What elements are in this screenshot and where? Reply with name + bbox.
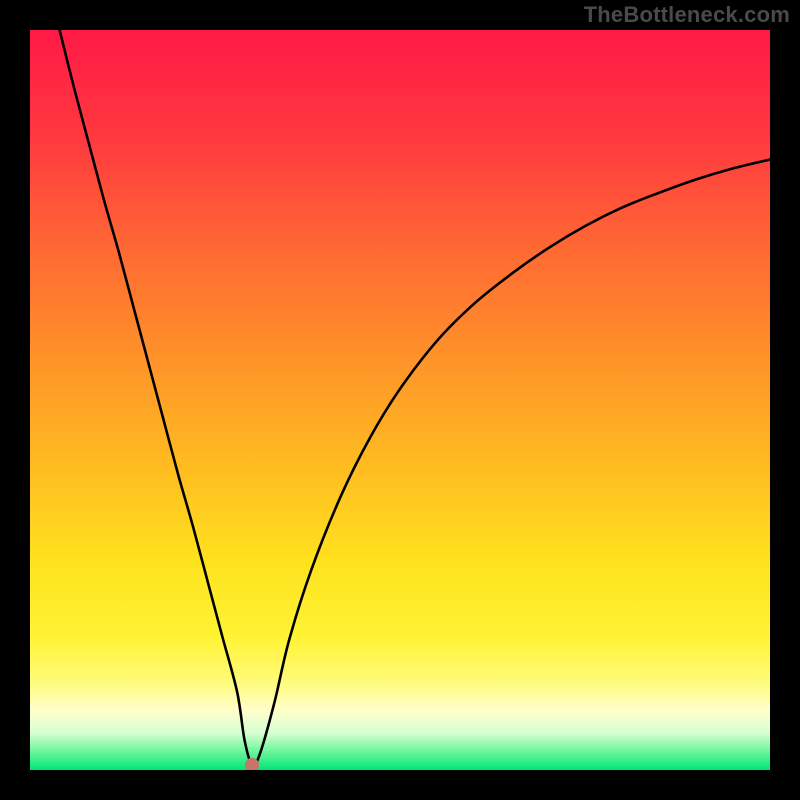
plot-area <box>30 30 770 770</box>
gradient-background <box>30 30 770 770</box>
chart-canvas <box>30 30 770 770</box>
watermark-text: TheBottleneck.com <box>584 2 790 28</box>
chart-frame: TheBottleneck.com <box>0 0 800 800</box>
